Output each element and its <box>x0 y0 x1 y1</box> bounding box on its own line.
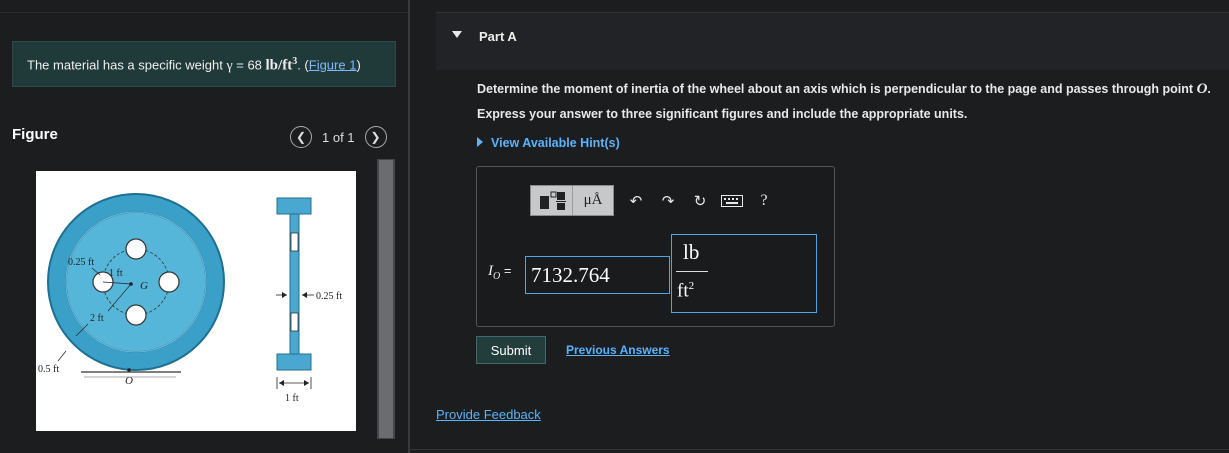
label-web-thickness: 0.25 ft <box>316 291 342 302</box>
top-divider <box>0 12 408 13</box>
figure-image: G 1 ft 0.25 ft 2 ft 0.5 ft O 0.25 ft 1 f… <box>36 171 356 431</box>
bottom-divider <box>408 449 1229 450</box>
next-figure-button[interactable]: ❯ <box>364 126 387 148</box>
label-o: O <box>125 375 133 387</box>
units-symbol-button[interactable]: μÅ <box>572 186 613 215</box>
problem-after-unit: . ( <box>297 57 309 73</box>
mu-a-label: μÅ <box>583 192 603 208</box>
submit-button[interactable]: Submit <box>476 336 546 364</box>
caret-right-icon <box>477 137 483 147</box>
problem-equals: = 68 <box>232 57 266 73</box>
reset-icon: ↻ <box>693 192 707 210</box>
provide-feedback-link[interactable]: Provide Feedback <box>436 407 541 422</box>
units-denominator: ft2 <box>677 280 694 302</box>
question-text: Determine the moment of inertia of the w… <box>477 81 1211 98</box>
label-width: 1 ft <box>285 393 299 404</box>
units-numerator: lb <box>683 240 700 264</box>
part-header[interactable] <box>436 12 1229 70</box>
section-top-flange <box>276 197 312 215</box>
figure-heading: Figure <box>12 126 58 143</box>
hole-bottom <box>125 304 147 326</box>
previous-answers-link[interactable]: Previous Answers <box>566 343 670 357</box>
part-title[interactable]: Part A <box>479 29 517 44</box>
problem-close: ) <box>356 57 361 73</box>
wheel-hub <box>65 211 207 353</box>
problem-text: The material has a specific weight <box>27 57 227 73</box>
wheel-diagram: G 1 ft 0.25 ft 2 ft 0.5 ft O 0.25 ft 1 f… <box>38 193 342 404</box>
figure-scrollbar-thumb[interactable] <box>379 160 393 438</box>
label-hole-radius: 0.25 ft <box>68 257 94 268</box>
chevron-right-icon: ❯ <box>370 130 381 144</box>
view-hints-link[interactable]: View Available Hint(s) <box>477 136 620 150</box>
units-fraction-bar <box>676 271 708 272</box>
question-point: O <box>1196 81 1208 97</box>
question-end: . <box>1207 82 1211 96</box>
hole-top <box>125 238 147 260</box>
label-2ft: 2 ft <box>90 313 104 324</box>
answer-equals: = <box>500 263 512 278</box>
toolbar-template-group: μÅ <box>530 185 614 216</box>
section-bottom-flange <box>276 353 312 371</box>
keyboard-icon <box>721 194 743 207</box>
collapse-caret-icon[interactable] <box>452 31 462 38</box>
label-g: G <box>140 280 148 292</box>
instruction-text: Express your answer to three significant… <box>477 107 968 121</box>
problem-statement: The material has a specific weight γ = 6… <box>12 41 396 87</box>
pane-divider[interactable] <box>408 0 410 453</box>
question-body: Determine the moment of inertia of the w… <box>477 82 1197 96</box>
value-input[interactable]: 7132.764 <box>525 256 670 294</box>
help-button[interactable]: ? <box>748 186 780 216</box>
chevron-left-icon: ❮ <box>295 130 307 144</box>
redo-button[interactable]: ↷ <box>652 186 684 216</box>
figure-link[interactable]: Figure 1 <box>309 57 357 72</box>
hole-right <box>158 271 180 293</box>
units-den-exp: 2 <box>688 280 695 292</box>
reset-button[interactable]: ↻ <box>684 186 716 216</box>
math-toolbar: μÅ ↶ ↷ ↻ ? <box>530 185 780 216</box>
hints-label: View Available Hint(s) <box>491 136 620 150</box>
prev-figure-button[interactable]: ❮ <box>290 126 312 148</box>
answer-label: IO = <box>488 263 511 282</box>
undo-button[interactable]: ↶ <box>620 186 652 216</box>
units-den-base: ft <box>677 280 689 302</box>
label-1ft: 1 ft <box>109 268 123 279</box>
keyboard-button[interactable] <box>716 186 748 216</box>
label-half-ft: 0.5 ft <box>38 364 59 375</box>
unit-text: lb/ft <box>265 57 293 74</box>
undo-icon: ↶ <box>629 192 643 210</box>
figure-pager: ❮ 1 of 1 ❯ <box>290 126 387 148</box>
redo-icon: ↷ <box>661 192 675 210</box>
templates-button[interactable] <box>531 186 572 215</box>
templates-icon <box>539 191 566 210</box>
pager-text: 1 of 1 <box>322 129 355 145</box>
